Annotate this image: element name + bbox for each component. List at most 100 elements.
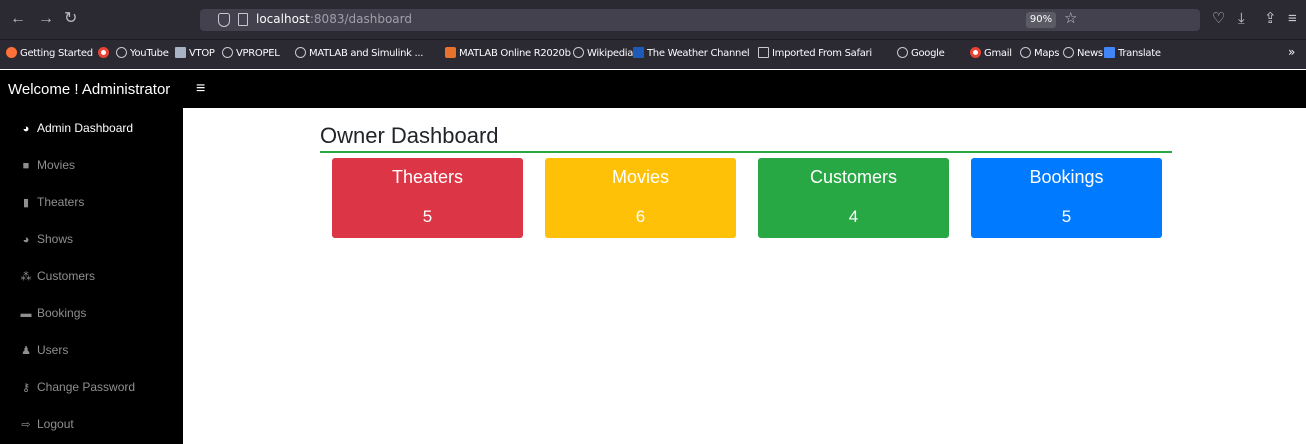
building-icon: ▮ (22, 197, 30, 209)
globe-icon (116, 47, 127, 58)
bookmark-label: News (1077, 48, 1103, 59)
bookmark-label: MATLAB Online R2020b (459, 48, 571, 59)
bookmark-label: Gmail (984, 48, 1012, 59)
bookmark-label: Translate (1118, 48, 1161, 59)
card-title: Theaters (391, 167, 464, 187)
users-icon: ⁂ (20, 271, 32, 283)
sidebar-item-label: Customers (37, 269, 96, 283)
sidebar-item-movies[interactable]: ■ Movies (19, 155, 75, 175)
key-icon: ⚷ (21, 382, 31, 394)
sidebar-item-label: Users (37, 343, 69, 357)
bookmarks-overflow-icon[interactable]: » (1288, 45, 1295, 59)
bookmark-matlab-online[interactable]: MATLAB Online R2020b (445, 47, 571, 59)
url-path: :8083/dashboard (309, 12, 412, 26)
bookmark-google-g[interactable] (98, 47, 112, 59)
sidebar-item-logout[interactable]: ⇨ Logout (19, 414, 74, 434)
shield-icon[interactable] (218, 13, 230, 27)
bookmark-label: Maps (1034, 48, 1060, 59)
card-title: Movies (611, 167, 669, 187)
stat-card-theaters[interactable]: Theaters 5 (332, 158, 523, 238)
firefox-icon (6, 47, 17, 58)
globe-icon (222, 47, 233, 58)
bookmark-label: YouTube (130, 48, 169, 59)
sidebar-item-label: Bookings (37, 306, 87, 320)
pocket-icon[interactable]: ♡ (1212, 11, 1225, 27)
bookmark-google[interactable]: Google (897, 47, 945, 59)
sidebar-item-shows[interactable]: ◕ Shows (19, 229, 73, 249)
ticket-icon: ▬ (20, 308, 32, 320)
google-icon (98, 47, 109, 58)
translate-icon (1104, 47, 1115, 58)
sidebar-item-theaters[interactable]: ▮ Theaters (19, 192, 84, 212)
globe-icon (897, 47, 908, 58)
card-value: 5 (422, 207, 433, 226)
stat-card-customers[interactable]: Customers 4 (758, 158, 949, 238)
bookmark-label: VPROPEL (236, 48, 280, 59)
card-value: 4 (848, 207, 859, 226)
url-host: localhost (256, 12, 310, 26)
matlab-icon (445, 47, 456, 58)
bookmark-news[interactable]: News (1063, 47, 1103, 59)
bookmark-label: Google (911, 48, 945, 59)
bookmark-gmail[interactable]: Gmail (970, 47, 1012, 59)
hamburger-menu-icon[interactable]: ≡ (196, 80, 205, 98)
bookmark-imported-safari[interactable]: Imported From Safari (758, 47, 872, 59)
globe-icon (295, 47, 306, 58)
bookmark-label: MATLAB and Simulink ... (309, 48, 424, 59)
sidebar-item-label: Admin Dashboard (37, 121, 134, 135)
back-arrow-icon[interactable]: ← (10, 10, 26, 28)
reload-icon[interactable]: ↻ (64, 10, 77, 28)
zoom-badge[interactable]: 90% (1026, 12, 1056, 28)
sidebar-item-label: Theaters (37, 195, 85, 209)
stat-card-bookings[interactable]: Bookings 5 (971, 158, 1162, 238)
sidebar-item-label: Logout (37, 417, 74, 431)
bookmark-weather-channel[interactable]: The Weather Channel (633, 47, 750, 59)
folder-icon (758, 47, 769, 58)
url-text[interactable]: localhost:8083/dashboard (256, 12, 412, 26)
stat-card-movies[interactable]: Movies 6 (545, 158, 736, 238)
bookmark-youtube[interactable]: YouTube (116, 47, 169, 59)
title-divider (320, 151, 1172, 153)
page-title: Owner Dashboard (320, 123, 499, 148)
sidebar-item-label: Change Password (37, 380, 136, 394)
card-value: 6 (635, 207, 646, 226)
card-title: Customers (809, 167, 898, 187)
extensions-icon[interactable]: ⇪ (1264, 11, 1277, 27)
sidebar-item-label: Movies (37, 158, 76, 172)
globe-icon (1020, 47, 1031, 58)
bookmark-maps[interactable]: Maps (1020, 47, 1059, 59)
bookmark-label: VTOP (189, 48, 215, 59)
page-icon (238, 13, 248, 26)
download-icon[interactable]: ⤓ (1238, 11, 1245, 27)
bookmark-label: The Weather Channel (647, 48, 750, 59)
weather-icon (633, 47, 644, 58)
tachometer-icon: ◕ (22, 123, 30, 135)
sidebar-item-admin-dashboard[interactable]: ◕ Admin Dashboard (19, 118, 133, 138)
bookmark-translate[interactable]: Translate (1104, 47, 1161, 59)
bookmark-label: Getting Started (20, 48, 93, 59)
bookmark-vtop[interactable]: VTOP (175, 47, 215, 59)
bookmark-wikipedia[interactable]: Wikipedia (573, 47, 633, 59)
card-value: 5 (1061, 207, 1072, 226)
video-icon: ■ (22, 160, 30, 172)
globe-icon (1063, 47, 1074, 58)
forward-arrow-icon[interactable]: → (38, 10, 54, 28)
sidebar-item-bookings[interactable]: ▬ Bookings (19, 303, 87, 323)
star-icon[interactable]: ☆ (1064, 11, 1077, 27)
sign-out-icon: ⇨ (21, 419, 31, 431)
sidebar-item-change-password[interactable]: ⚷ Change Password (19, 377, 135, 397)
bookmark-label: Imported From Safari (772, 48, 872, 59)
bookmark-label: Wikipedia (587, 48, 634, 59)
sidebar-item-users[interactable]: ♟ Users (19, 340, 68, 360)
app-title: Welcome ! Administrator (8, 81, 171, 98)
bookmark-vpropel[interactable]: VPROPEL (222, 47, 280, 59)
tachometer-icon: ◕ (22, 234, 30, 246)
sidebar-item-customers[interactable]: ⁂ Customers (19, 266, 96, 286)
sidebar-item-label: Shows (37, 232, 74, 246)
bookmark-getting-started[interactable]: Getting Started (6, 47, 93, 59)
bookmark-matlab-simulink[interactable]: MATLAB and Simulink ... (295, 47, 423, 59)
card-title: Bookings (1029, 167, 1104, 187)
menu-icon[interactable]: ≡ (1288, 11, 1297, 27)
user-icon: ♟ (21, 345, 31, 357)
globe-icon (573, 47, 584, 58)
